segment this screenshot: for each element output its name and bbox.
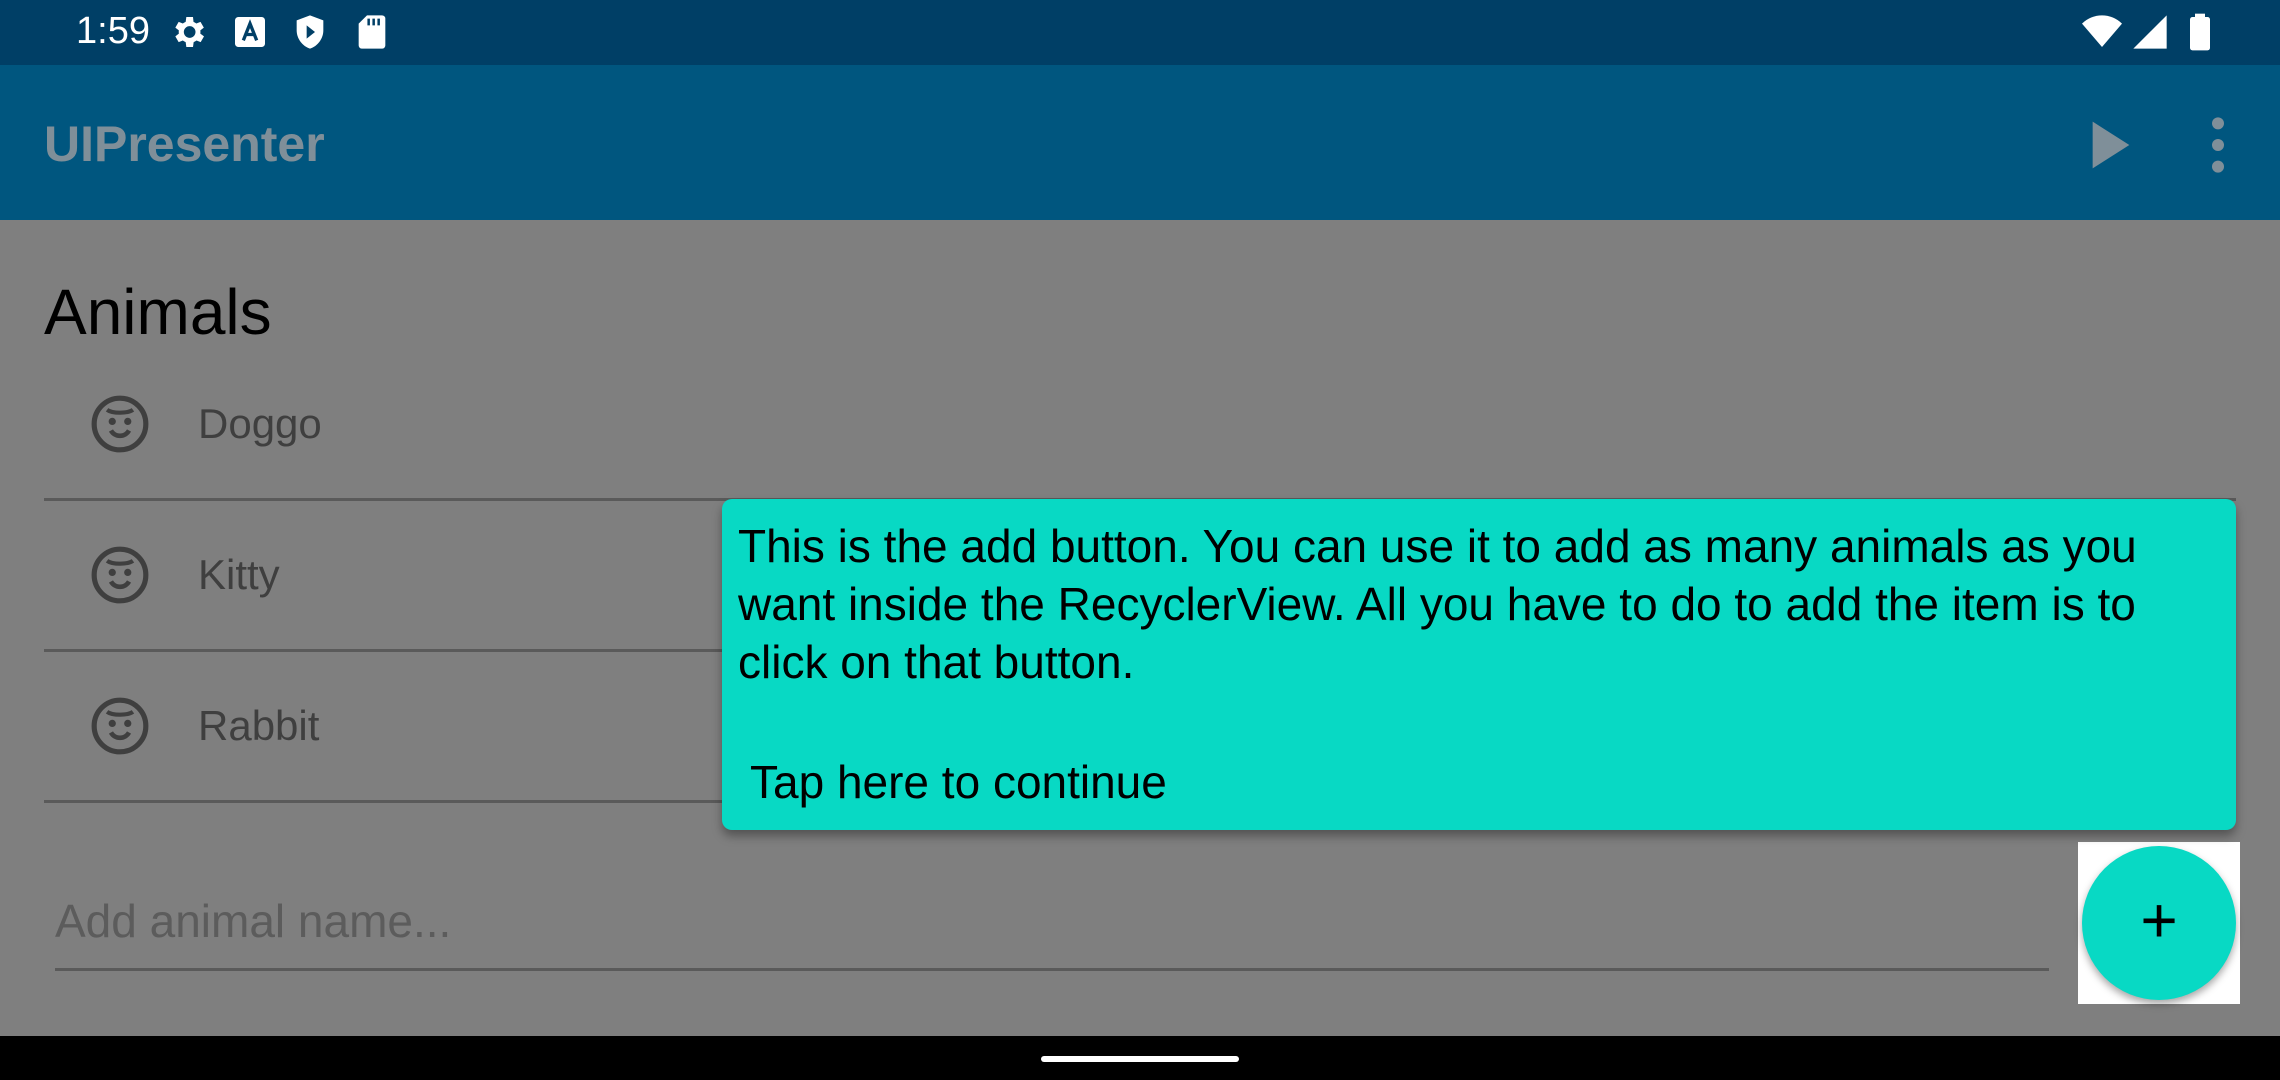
plus-icon: +	[2140, 884, 2178, 956]
status-time: 1:59	[76, 10, 150, 52]
text-a-icon	[235, 17, 265, 47]
face-icon	[91, 697, 149, 755]
more-vert-icon	[2212, 117, 2224, 173]
play-protect-icon	[296, 15, 324, 49]
navigation-bar	[0, 1036, 2280, 1080]
list-item-label: Rabbit	[198, 702, 320, 749]
list-item-label: Kitty	[198, 551, 280, 598]
tap-to-continue-text[interactable]: Tap here to continue	[750, 755, 1167, 809]
sd-card-icon	[358, 15, 386, 49]
fab-spotlight: +	[2078, 842, 2240, 1004]
animal-name-input[interactable]	[55, 876, 2049, 966]
list-item[interactable]: Doggo	[44, 350, 2236, 501]
overflow-menu-button[interactable]	[2178, 105, 2258, 185]
face-icon	[91, 546, 149, 604]
app-bar: UIPresenter	[0, 65, 2280, 220]
status-bar: 1:59	[0, 0, 2280, 65]
play-icon	[2092, 121, 2130, 169]
battery-icon	[2190, 13, 2210, 51]
tutorial-tooltip[interactable]: This is the add button. You can use it t…	[722, 499, 2236, 830]
list-item-label: Doggo	[198, 400, 322, 447]
settings-icon	[175, 17, 204, 47]
play-button[interactable]	[2066, 105, 2146, 185]
app-title: UIPresenter	[44, 116, 325, 172]
signal-icon	[2133, 15, 2167, 49]
section-title: Animals	[44, 276, 272, 348]
home-gesture-handle[interactable]	[1041, 1056, 1239, 1062]
animal-name-input-row	[55, 876, 2049, 971]
tooltip-text: This is the add button. You can use it t…	[738, 520, 2137, 688]
add-animal-button[interactable]: +	[2082, 846, 2236, 1000]
wifi-icon	[2082, 15, 2122, 47]
face-icon	[91, 395, 149, 453]
